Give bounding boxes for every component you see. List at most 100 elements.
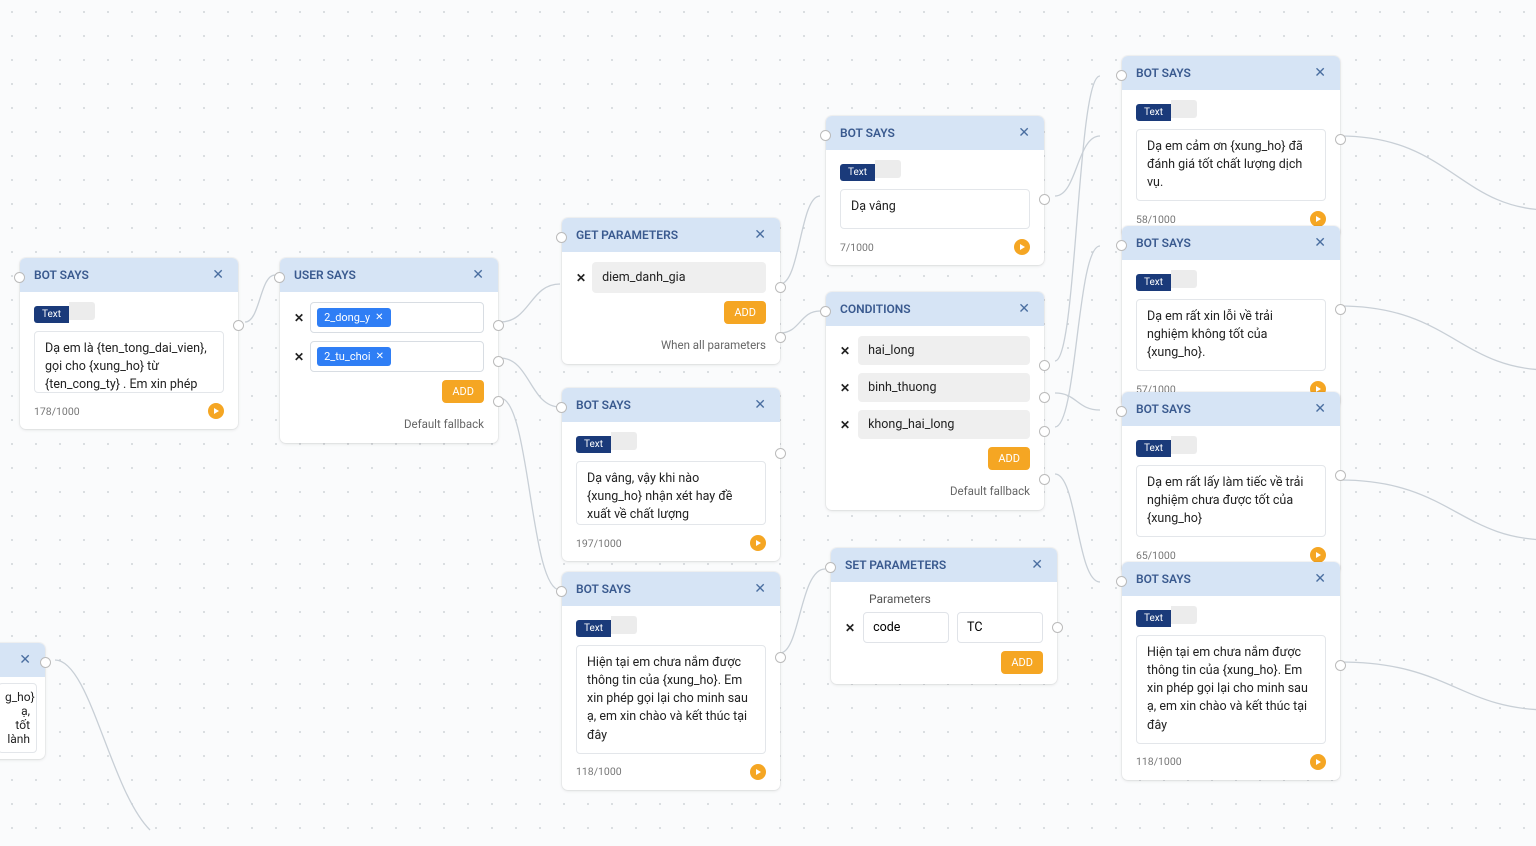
output-port[interactable]	[233, 320, 244, 331]
speech-text[interactable]: Dạ em rất lấy làm tiếc về trải nghiệm ch…	[1136, 465, 1326, 537]
add-button[interactable]: ADD	[1001, 651, 1043, 674]
remove-icon[interactable]: ✕	[840, 381, 850, 395]
node-header[interactable]: BOT SAYS ✕	[562, 572, 780, 606]
output-port[interactable]	[40, 657, 51, 668]
output-port-param[interactable]	[775, 282, 786, 293]
bot-says-node-thanks[interactable]: BOT SAYS ✕ Text Dạ em cảm ơn {xung_ho} đ…	[1122, 56, 1340, 237]
input-port[interactable]	[820, 130, 831, 141]
remove-icon[interactable]: ✕	[576, 271, 586, 285]
speech-text[interactable]: Hiện tại em chưa nắm được thông tin của …	[1136, 635, 1326, 744]
output-port[interactable]	[1039, 194, 1050, 205]
intent-input-2[interactable]: 2_tu_choi✕	[310, 341, 484, 372]
remove-icon[interactable]: ✕	[845, 621, 855, 635]
text-type-toggle[interactable]: Text	[1136, 606, 1197, 627]
condition-item[interactable]: binh_thuong	[858, 373, 1030, 402]
speech-text[interactable]: Dạ vâng	[840, 189, 1030, 229]
play-icon[interactable]	[750, 535, 766, 551]
param-value[interactable]: TC	[957, 612, 1043, 643]
play-icon[interactable]	[1014, 239, 1030, 255]
param-name[interactable]: diem_danh_gia	[592, 262, 766, 293]
flow-canvas[interactable]: .ln{fill:none;stroke:#c8cfd6;stroke-widt…	[0, 0, 1536, 846]
conditions-node[interactable]: CONDITIONS ✕ ✕hai_long ✕binh_thuong ✕kho…	[826, 292, 1044, 510]
output-port-fallback[interactable]	[493, 396, 504, 407]
text-type-toggle[interactable]: Text	[1136, 100, 1197, 121]
input-port[interactable]	[825, 562, 836, 573]
input-port[interactable]	[1116, 240, 1127, 251]
node-header[interactable]: USER SAYS ✕	[280, 258, 498, 292]
input-port[interactable]	[556, 232, 567, 243]
input-port[interactable]	[1116, 70, 1127, 81]
bot-says-node-intro[interactable]: BOT SAYS ✕ Text Dạ em là {ten_tong_dai_v…	[20, 258, 238, 429]
set-parameters-node[interactable]: SET PARAMETERS ✕ Parameters ✕ code TC AD…	[831, 548, 1057, 684]
add-button[interactable]: ADD	[988, 447, 1030, 470]
input-port[interactable]	[820, 306, 831, 317]
output-port[interactable]	[1335, 304, 1346, 315]
remove-icon[interactable]: ✕	[840, 344, 850, 358]
close-icon[interactable]: ✕	[754, 227, 766, 243]
node-header[interactable]: BOT SAYS ✕	[1122, 226, 1340, 260]
text-type-toggle[interactable]: Text	[1136, 436, 1197, 457]
node-header[interactable]: BOT SAYS ✕	[562, 388, 780, 422]
node-header[interactable]: BOT SAYS ✕	[20, 258, 238, 292]
close-icon[interactable]: ✕	[1314, 401, 1326, 417]
text-type-toggle[interactable]: Text	[34, 302, 95, 323]
play-icon[interactable]	[750, 764, 766, 780]
output-port-all[interactable]	[775, 332, 786, 343]
close-icon[interactable]: ✕	[1018, 125, 1030, 141]
node-header[interactable]: SET PARAMETERS ✕	[831, 548, 1057, 582]
condition-item[interactable]: khong_hai_long	[858, 410, 1030, 439]
play-icon[interactable]	[1310, 754, 1326, 770]
output-port[interactable]	[1335, 660, 1346, 671]
speech-text[interactable]: Hiện tại em chưa nắm được thông tin của …	[576, 645, 766, 754]
output-port[interactable]	[1335, 134, 1346, 145]
speech-text[interactable]: Dạ vâng, vậy khi nào {xung_ho} nhận xét …	[576, 461, 766, 525]
bot-says-node-yes[interactable]: BOT SAYS ✕ Text Dạ vâng 7/1000	[826, 116, 1044, 265]
node-header[interactable]: GET PARAMETERS ✕	[562, 218, 780, 252]
close-icon[interactable]: ✕	[1031, 557, 1043, 573]
input-port[interactable]	[274, 272, 285, 283]
node-header[interactable]: BOT SAYS ✕	[1122, 56, 1340, 90]
close-icon[interactable]: ✕	[754, 581, 766, 597]
output-port-1[interactable]	[493, 320, 504, 331]
input-port[interactable]	[556, 402, 567, 413]
condition-item[interactable]: hai_long	[858, 336, 1030, 365]
partial-node-cutoff[interactable]: ✕ g_ho} ạ, tốt lành	[0, 643, 45, 759]
input-port[interactable]	[14, 272, 25, 283]
speech-text[interactable]: Dạ em rất xin lỗi về trải nghiệm không t…	[1136, 299, 1326, 371]
text-type-toggle[interactable]: Text	[1136, 270, 1197, 291]
output-port[interactable]	[1335, 470, 1346, 481]
output-port-2[interactable]	[493, 356, 504, 367]
node-header[interactable]: BOT SAYS ✕	[1122, 562, 1340, 596]
close-icon[interactable]: ✕	[212, 267, 224, 283]
get-parameters-node[interactable]: GET PARAMETERS ✕ ✕ diem_danh_gia ADD Whe…	[562, 218, 780, 364]
param-key[interactable]: code	[863, 612, 949, 643]
add-button[interactable]: ADD	[442, 380, 484, 403]
bot-says-node-followup[interactable]: BOT SAYS ✕ Text Dạ vâng, vậy khi nào {xu…	[562, 388, 780, 561]
user-says-node[interactable]: USER SAYS ✕ ✕ 2_dong_y✕ ✕ 2_tu_choi✕ ADD…	[280, 258, 498, 443]
output-port-2[interactable]	[1039, 392, 1050, 403]
remove-icon[interactable]: ✕	[294, 350, 304, 364]
play-icon[interactable]	[208, 403, 224, 419]
chip-remove-icon[interactable]: ✕	[376, 351, 384, 362]
input-port[interactable]	[556, 586, 567, 597]
bot-says-node-noinfo[interactable]: BOT SAYS ✕ Text Hiện tại em chưa nắm đượ…	[562, 572, 780, 790]
intent-input-1[interactable]: 2_dong_y✕	[310, 302, 484, 333]
output-port[interactable]	[775, 448, 786, 459]
add-button[interactable]: ADD	[724, 301, 766, 324]
bot-says-node-regret[interactable]: BOT SAYS ✕ Text Dạ em rất lấy làm tiếc v…	[1122, 392, 1340, 573]
output-port[interactable]	[775, 652, 786, 663]
node-header[interactable]: BOT SAYS ✕	[826, 116, 1044, 150]
text-type-toggle[interactable]: Text	[840, 160, 901, 181]
bot-says-node-sorry[interactable]: BOT SAYS ✕ Text Dạ em rất xin lỗi về trả…	[1122, 226, 1340, 407]
output-port-3[interactable]	[1039, 426, 1050, 437]
close-icon[interactable]: ✕	[1018, 301, 1030, 317]
play-icon[interactable]	[1310, 547, 1326, 563]
close-icon[interactable]: ✕	[19, 652, 31, 668]
close-icon[interactable]: ✕	[472, 267, 484, 283]
output-port[interactable]	[1052, 622, 1063, 633]
node-header[interactable]: BOT SAYS ✕	[1122, 392, 1340, 426]
close-icon[interactable]: ✕	[754, 397, 766, 413]
text-type-toggle[interactable]: Text	[576, 616, 637, 637]
close-icon[interactable]: ✕	[1314, 571, 1326, 587]
text-type-toggle[interactable]: Text	[576, 432, 637, 453]
